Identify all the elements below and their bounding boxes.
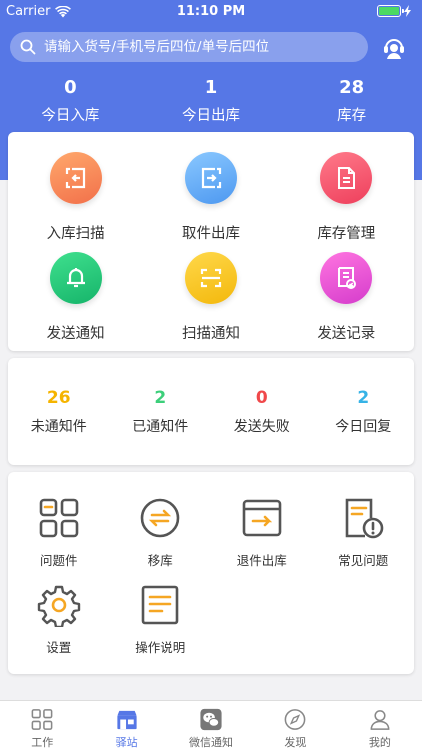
stat-today-out[interactable]: 1 今日出库 (141, 76, 282, 125)
main-menu-card: 入库扫描 取件出库 库存管理 发送通知 扫描通知 发送记录 (8, 132, 414, 351)
search-input[interactable] (44, 39, 354, 55)
search-bar[interactable] (10, 32, 368, 62)
tool-label: 退件出库 (236, 553, 287, 568)
menu-send-notification[interactable]: 发送通知 (8, 252, 143, 352)
menu-label: 发送通知 (46, 326, 105, 342)
menu-send-records[interactable]: 发送记录 (279, 252, 414, 352)
stat-label: 已通知件 (132, 419, 189, 435)
tool-label: 设置 (46, 640, 72, 655)
gear-icon (37, 585, 80, 627)
stat-value: 2 (154, 388, 167, 408)
tab-mine[interactable]: 我的 (338, 701, 422, 750)
tab-station[interactable]: 驿站 (84, 701, 168, 750)
daily-stats: 0 今日入库 1 今日出库 28 库存 (0, 76, 422, 125)
tool-label: 移库 (147, 553, 173, 568)
customer-service-icon[interactable] (380, 33, 408, 61)
stat-label: 未通知件 (30, 419, 87, 435)
stat-unnotified[interactable]: 26 未通知件 (8, 388, 110, 436)
instructions-icon (141, 585, 179, 625)
work-icon (31, 709, 53, 730)
stat-label: 库存 (337, 108, 367, 124)
charging-icon (404, 5, 411, 17)
tab-label: 驿站 (115, 736, 138, 749)
menu-scan-notification[interactable]: 扫描通知 (143, 252, 278, 352)
station-icon (116, 710, 137, 730)
stat-label: 今日出库 (182, 108, 240, 124)
stat-today-replies[interactable]: 2 今日回复 (313, 388, 415, 436)
status-bar: Carrier 11:10 PM (0, 0, 422, 24)
stat-notified[interactable]: 2 已通知件 (110, 388, 212, 436)
stat-value: 1 (204, 77, 218, 98)
bell-icon (49, 252, 102, 304)
tab-work[interactable]: 工作 (0, 701, 84, 750)
tab-bar: 工作 驿站 微信通知 发现 我的 (0, 700, 422, 750)
tool-problem-items[interactable]: 问题件 (8, 496, 110, 569)
menu-label: 发送记录 (317, 326, 376, 342)
stat-send-failed[interactable]: 0 发送失败 (211, 388, 313, 436)
tab-discover[interactable]: 发现 (253, 701, 337, 750)
tab-label: 工作 (31, 736, 54, 749)
stat-value: 0 (64, 77, 77, 98)
menu-label: 取件出库 (181, 226, 240, 242)
tool-label: 操作说明 (135, 640, 186, 655)
notification-stats-card: 26 未通知件 2 已通知件 0 发送失败 2 今日回复 (8, 358, 414, 465)
tab-label: 发现 (284, 736, 307, 749)
tool-instructions[interactable]: 操作说明 (110, 583, 212, 656)
stat-value: 28 (339, 77, 365, 98)
record-icon (320, 252, 373, 304)
tool-settings[interactable]: 设置 (8, 583, 110, 656)
stat-value: 0 (255, 388, 268, 408)
menu-pickup-outbound[interactable]: 取件出库 (143, 152, 278, 252)
compass-icon (285, 709, 306, 730)
scan-icon (184, 252, 237, 304)
user-icon (370, 710, 390, 730)
menu-label: 扫描通知 (181, 326, 240, 342)
stat-label: 今日回复 (335, 419, 392, 435)
tool-label: 常见问题 (338, 553, 389, 568)
menu-inventory-management[interactable]: 库存管理 (279, 152, 414, 252)
tab-wechat-notify[interactable]: 微信通知 (169, 701, 253, 750)
grid-icon (39, 498, 79, 538)
document-icon (320, 152, 373, 204)
status-time: 11:10 PM (176, 4, 246, 19)
stat-today-in[interactable]: 0 今日入库 (0, 76, 141, 125)
transfer-icon (140, 498, 180, 538)
stat-inventory[interactable]: 28 库存 (281, 76, 422, 125)
tool-faq[interactable]: 常见问题 (313, 496, 415, 569)
inbound-icon (49, 152, 102, 204)
menu-label: 入库扫描 (46, 226, 105, 242)
tool-return-outbound[interactable]: 退件出库 (211, 496, 313, 569)
stat-value: 2 (357, 388, 370, 408)
battery-icon (377, 5, 404, 17)
stat-value: 26 (46, 388, 71, 408)
menu-label: 库存管理 (317, 226, 376, 242)
tool-label: 问题件 (39, 553, 78, 568)
outbound-icon (184, 152, 237, 204)
return-icon (242, 499, 282, 537)
tool-transfer[interactable]: 移库 (110, 496, 212, 569)
tools-card: 问题件 移库 退件出库 常见问题 设置 操作说明 (8, 472, 414, 674)
search-icon (20, 39, 36, 55)
tab-label: 微信通知 (189, 736, 234, 749)
wechat-icon (200, 708, 222, 731)
stat-label: 今日入库 (41, 108, 100, 124)
faq-icon (345, 498, 384, 539)
tab-label: 我的 (368, 736, 391, 749)
menu-inbound-scan[interactable]: 入库扫描 (8, 152, 143, 252)
stat-label: 发送失败 (233, 419, 290, 435)
